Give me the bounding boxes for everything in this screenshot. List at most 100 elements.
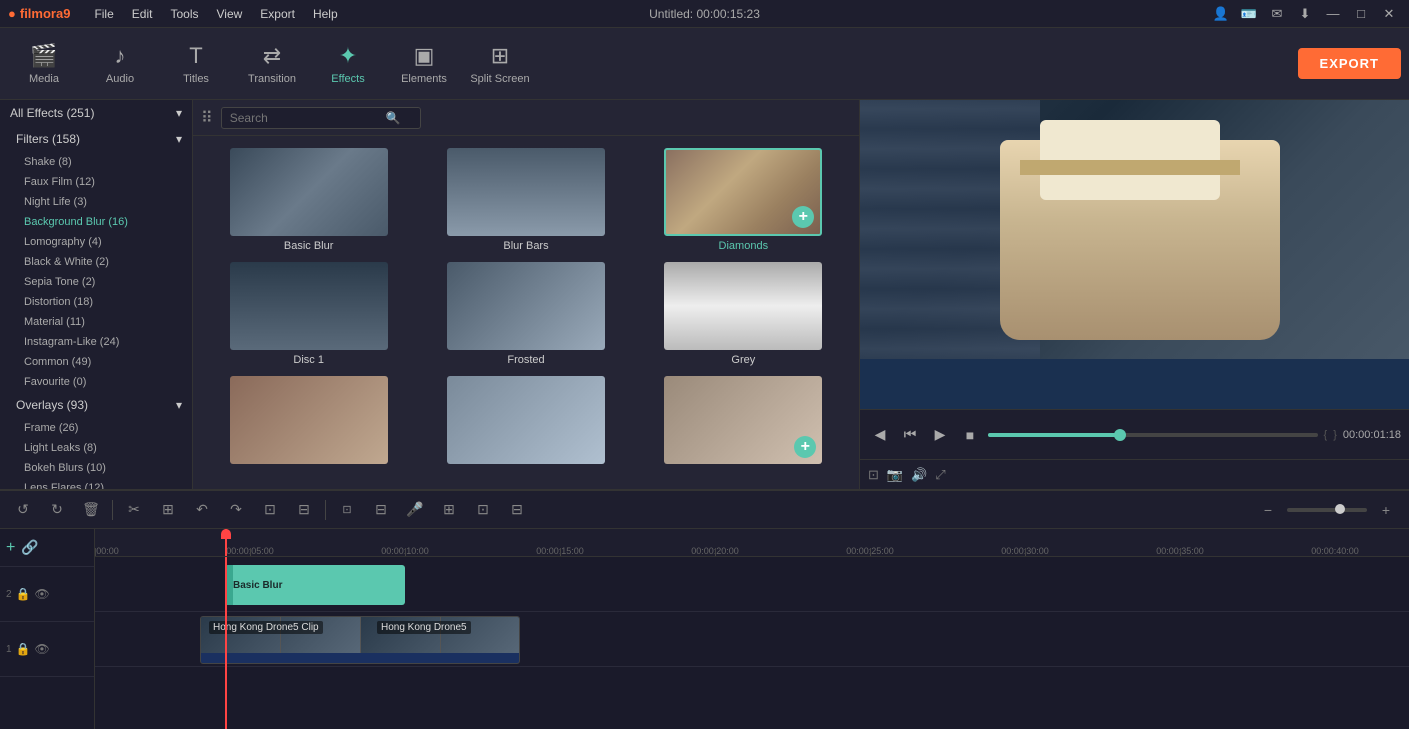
sidebar-item-common[interactable]: Common (49) [0,352,192,372]
undo-button[interactable]: ↺ [10,497,36,523]
delete-button[interactable]: 🗑 [78,497,104,523]
effect-grey[interactable]: Grey [640,262,847,366]
sidebar-item-lomography[interactable]: Lomography (4) [0,232,192,252]
track-2-lock-icon[interactable]: 🔒 [16,587,31,601]
toolbar-split-screen[interactable]: ⊞ Split Screen [464,32,536,96]
toolbar-titles[interactable]: T Titles [160,32,232,96]
maximize-button[interactable]: □ [1349,2,1373,26]
sidebar-item-lens-flares[interactable]: Lens Flares (12) [0,478,192,489]
toolbar-media[interactable]: 🎬 Media [8,32,80,96]
zoom-in-button[interactable]: + [1373,497,1399,523]
track-1-lock-icon[interactable]: 🔒 [16,642,31,656]
zoom-out-button[interactable]: − [1255,497,1281,523]
mail-icon[interactable]: ✉ [1265,2,1289,26]
sidebar-filters[interactable]: Filters (158) ▾ [0,126,192,152]
track-2-eye-icon[interactable]: 👁 [35,587,50,601]
video-clip[interactable]: Hong Kong Drone5 Clip Hong Kong Drone5 [200,616,520,664]
toolbar-transition[interactable]: ⇄ Transition [236,32,308,96]
main-content: All Effects (251) ▾ Filters (158) ▾ Shak… [0,100,1409,489]
crop-button[interactable]: ⊞ [155,497,181,523]
effect-clip-basic-blur[interactable]: Basic Blur [225,565,405,605]
sidebar-item-faux-film[interactable]: Faux Film (12) [0,172,192,192]
track-label-rows: 2 🔒 👁 1 🔒 👁 [0,567,94,729]
reverse-button[interactable]: ⊡ [470,497,496,523]
motion-track-button[interactable]: ⊡ [334,497,360,523]
effect-thumb-disc-1 [230,262,388,350]
redo-button[interactable]: ↻ [44,497,70,523]
menu-file[interactable]: File [86,5,121,23]
preview-volume-icon[interactable]: 🔊 [911,467,927,483]
step-fwd-tl-button[interactable]: ↷ [223,497,249,523]
cut-button[interactable]: ✂ [121,497,147,523]
menu-view[interactable]: View [208,5,250,23]
preview-monitor-icon[interactable]: ⊡ [868,467,879,483]
split-button[interactable]: ⊡ [257,497,283,523]
track-1-eye-icon[interactable]: 👁 [35,642,50,656]
ruler-mark-40: 00:00:40:00 [1311,546,1359,556]
step-back-tl-button[interactable]: ↶ [189,497,215,523]
track-labels: + 🔗 2 🔒 👁 1 🔒 👁 [0,529,95,729]
sidebar-item-instagram-like[interactable]: Instagram-Like (24) [0,332,192,352]
chevron-down-icon: ▾ [176,132,182,146]
effect-disc-1[interactable]: Disc 1 [205,262,412,366]
sidebar-item-light-leaks[interactable]: Light Leaks (8) [0,438,192,458]
toolbar-elements[interactable]: ▣ Elements [388,32,460,96]
search-input[interactable] [230,111,380,125]
sidebar-item-material[interactable]: Material (11) [0,312,192,332]
play-button[interactable]: ▶ [928,423,952,447]
menu-help[interactable]: Help [305,5,346,23]
effect-p2[interactable] [422,376,629,468]
download-icon[interactable]: ⬇ [1293,2,1317,26]
voice-button[interactable]: 🎤 [402,497,428,523]
preview-progress-bar[interactable] [988,433,1318,437]
search-box: 🔍 [221,107,421,129]
toolbar-effects[interactable]: ✦ Effects [312,32,384,96]
export-button[interactable]: EXPORT [1298,48,1401,79]
track-row-2: Basic Blur [95,557,1409,612]
menu-export[interactable]: Export [252,5,303,23]
stop-button[interactable]: ■ [958,423,982,447]
sidebar-item-favourite[interactable]: Favourite (0) [0,372,192,392]
user-icon[interactable]: 👤 [1209,2,1233,26]
effect-blur-bars[interactable]: Blur Bars [422,148,629,252]
sidebar-overlays[interactable]: Overlays (93) ▾ [0,392,192,418]
sidebar-all-effects[interactable]: All Effects (251) ▾ [0,100,192,126]
menu-edit[interactable]: Edit [124,5,161,23]
preview-fullscreen-icon[interactable]: ⤢ [935,467,945,483]
sidebar-item-shake[interactable]: Shake (8) [0,152,192,172]
menu-tools[interactable]: Tools [162,5,206,23]
effects-icon: ✦ [339,43,357,69]
effect-p3[interactable]: + [640,376,847,468]
sidebar-item-bokeh-blurs[interactable]: Bokeh Blurs (10) [0,458,192,478]
effect-basic-blur[interactable]: Basic Blur [205,148,412,252]
subtract-button[interactable]: ⊟ [504,497,530,523]
mask-button[interactable]: ⊟ [368,497,394,523]
rewind-button[interactable]: ◀ [868,423,892,447]
color-match-button[interactable]: ⊟ [291,497,317,523]
zoom-slider[interactable] [1287,508,1367,512]
minimize-button[interactable]: — [1321,2,1345,26]
link-track-icon[interactable]: 🔗 [21,539,38,556]
toolbar-separator-1 [112,500,113,520]
effect-diamonds[interactable]: + Diamonds [640,148,847,252]
id-icon[interactable]: 🪪 [1237,2,1261,26]
sidebar-item-sepia-tone[interactable]: Sepia Tone (2) [0,272,192,292]
add-track-icon[interactable]: + [6,539,15,557]
sidebar-item-distortion[interactable]: Distortion (18) [0,292,192,312]
step-back-button[interactable]: ⏮ [898,423,922,447]
preview-snapshot-icon[interactable]: 📷 [887,467,903,483]
effect-frosted[interactable]: Frosted [422,262,629,366]
toolbar-audio[interactable]: ♪ Audio [84,32,156,96]
effect-thumb-frosted [447,262,605,350]
sidebar-item-background-blur[interactable]: Background Blur (16) [0,212,192,232]
timecode: 00:00:15:23 [696,7,759,21]
sidebar-item-black-white[interactable]: Black & White (2) [0,252,192,272]
audio-stretch-button[interactable]: ⊞ [436,497,462,523]
transition-icon: ⇄ [263,43,281,69]
timeline-ruler[interactable]: 00:00:00:00 00:00:05:00 00:00:10:00 00:0… [95,529,1409,557]
effect-p1[interactable] [205,376,412,468]
sidebar-item-night-life[interactable]: Night Life (3) [0,192,192,212]
close-button[interactable]: ✕ [1377,2,1401,26]
sidebar-item-frame[interactable]: Frame (26) [0,418,192,438]
grid-view-icon[interactable]: ⠿ [201,108,213,128]
